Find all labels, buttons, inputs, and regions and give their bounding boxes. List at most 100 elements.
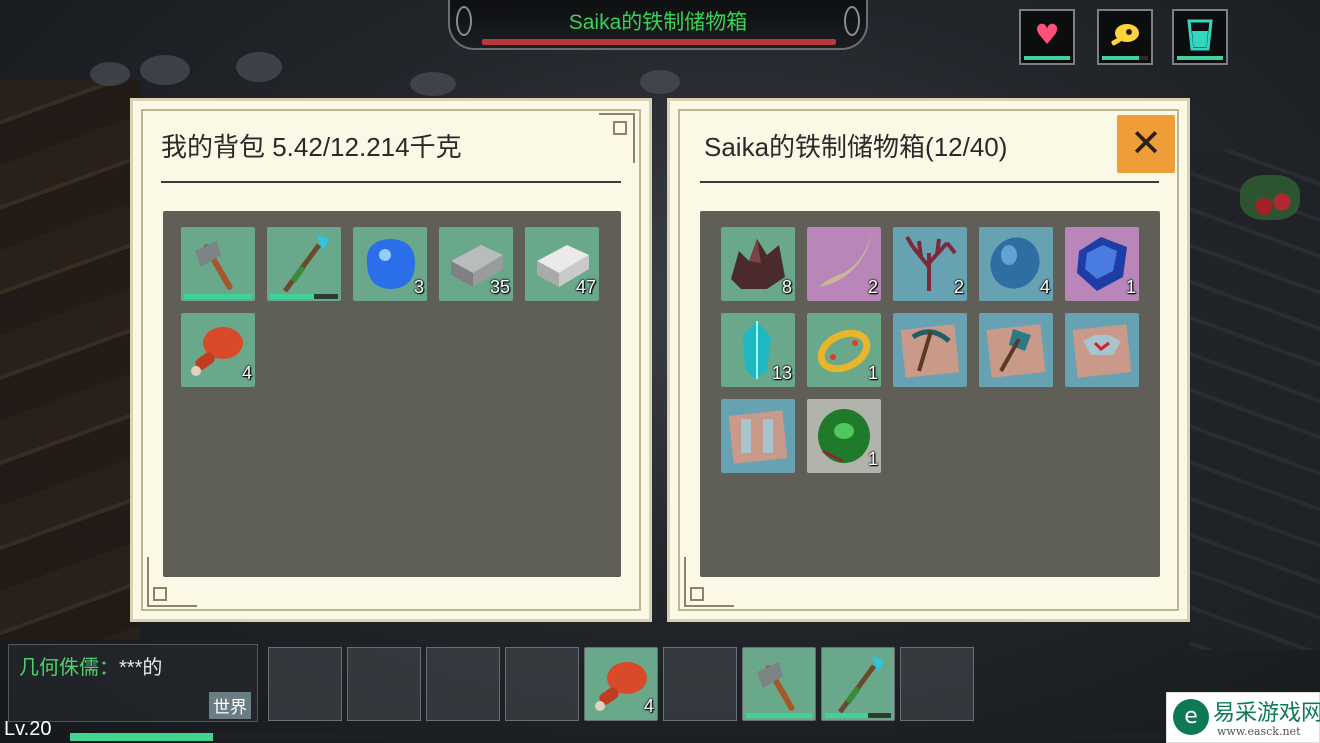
chest-slot[interactable]: 1 [1065,227,1139,301]
title-divider [161,181,621,183]
gold-ring-icon [817,329,871,373]
durability-bar [270,294,315,299]
item-quantity: 47 [575,277,596,297]
title-divider [700,181,1159,183]
site-watermark: e 易采游戏网 www.easck.net [1166,692,1320,743]
green-fruit-icon [818,409,870,463]
hotbar-slot[interactable]: 4 [584,647,658,721]
heart-icon: ♥ [1034,18,1060,51]
thirst-meter [1177,56,1223,60]
hotbar-slot[interactable] [505,647,579,721]
backpack-slot[interactable]: 3 [353,227,427,301]
chat-channel-button[interactable]: 世界 [209,692,251,719]
chest-slot[interactable] [979,313,1053,387]
durability-bar [184,294,252,299]
coral-icon [905,235,957,291]
item-quantity: 1 [867,449,878,469]
chest-slot[interactable]: 13 [721,313,795,387]
chest-slot[interactable]: 1 [807,313,881,387]
hotbar-slot[interactable] [900,647,974,721]
backpack-grid: 3 35 47 4 [163,211,621,577]
hotbar-slot[interactable] [821,647,895,721]
watermark-site-name: 易采游戏网 [1213,701,1320,726]
item-quantity: 1 [867,363,878,383]
berry-bush [1240,175,1300,220]
item-quantity: 4 [643,696,654,716]
armor-blueprint-icon [1072,324,1132,378]
sapphire-icon [1077,237,1127,291]
item-quantity: 4 [1039,277,1050,297]
blue-stone-icon [990,237,1040,289]
chest-panel: Saika的铁制储物箱(12/40) ✕ 8 2 2 4 1 13 1 1 [667,98,1190,622]
item-quantity: 2 [953,277,964,297]
chest-slot[interactable]: 4 [979,227,1053,301]
rock [236,52,282,82]
container-banner-title: Saika的铁制储物箱 [568,11,748,34]
item-quantity: 3 [413,277,424,297]
chat-message: 几何侏儒：***的 [19,651,162,680]
item-quantity: 13 [771,363,792,383]
backpack-panel: 我的背包 5.42/12.214千克 3 35 47 4 [130,98,652,622]
durability-bar [825,713,868,718]
chest-title: Saika的铁制储物箱(12/40) [704,132,1008,162]
crystal-spear-icon [837,656,884,714]
chest-slot[interactable]: 1 [807,399,881,473]
chest-slot[interactable] [721,399,795,473]
xp-fill [70,733,213,741]
chest-slot[interactable] [893,313,967,387]
chest-slot[interactable]: 2 [893,227,967,301]
chest-slot[interactable]: 2 [807,227,881,301]
chat-sender: 几何侏儒： [19,657,119,679]
backpack-slot[interactable] [181,227,255,301]
axe-blueprint-icon [986,324,1046,378]
close-button[interactable]: ✕ [1117,115,1175,173]
watermark-url: www.easck.net [1217,725,1301,738]
player-level: Lv.20 [4,718,52,740]
meat-leg-icon [191,327,243,376]
boots-blueprint-icon [728,410,788,464]
item-quantity: 8 [781,277,792,297]
crystal-spear-icon [282,235,329,293]
hunger-status[interactable] [1097,9,1153,65]
rock [140,55,190,85]
stone-hammer-icon [757,662,795,711]
pickaxe-blueprint-icon [900,324,960,378]
backpack-slot[interactable]: 47 [525,227,599,301]
item-quantity: 1 [1125,277,1136,297]
chest-slot[interactable]: 8 [721,227,795,301]
horn-icon [819,235,871,287]
hotbar-slot[interactable] [268,647,342,721]
health-status[interactable]: ♥ [1019,9,1075,65]
thirst-status[interactable] [1172,9,1228,65]
backpack-slot[interactable]: 4 [181,313,255,387]
rock [410,72,456,96]
rock [90,62,130,86]
backpack-title: 我的背包 5.42/12.214千克 [161,132,462,162]
container-health-bar [482,39,836,45]
chest-slot[interactable] [1065,313,1139,387]
xp-bar [70,733,1170,741]
hotbar-slot[interactable] [663,647,737,721]
stone-wall [1190,150,1320,650]
site-logo-icon: e [1173,699,1209,735]
hotbar-slot[interactable] [426,647,500,721]
container-banner: Saika的铁制储物箱 [448,0,868,50]
chest-grid: 8 2 2 4 1 13 1 1 [700,211,1160,577]
rock [640,70,680,94]
chat-text: ***的 [119,657,163,679]
item-quantity: 4 [241,363,252,383]
backpack-slot[interactable] [267,227,341,301]
wooden-wall [0,80,140,640]
durability-bar [746,713,812,718]
item-quantity: 35 [489,277,510,297]
item-quantity: 2 [867,277,878,297]
health-meter [1024,56,1070,60]
corner-ornament-icon [599,113,635,163]
stone-hammer-icon [195,241,233,290]
hotbar-slot[interactable] [742,647,816,721]
backpack-slot[interactable]: 35 [439,227,513,301]
hunger-meter [1102,56,1139,60]
hotbar-slot[interactable] [347,647,421,721]
chat-box[interactable]: 几何侏儒：***的 世界 [8,644,258,722]
blue-gel-icon [366,239,415,289]
